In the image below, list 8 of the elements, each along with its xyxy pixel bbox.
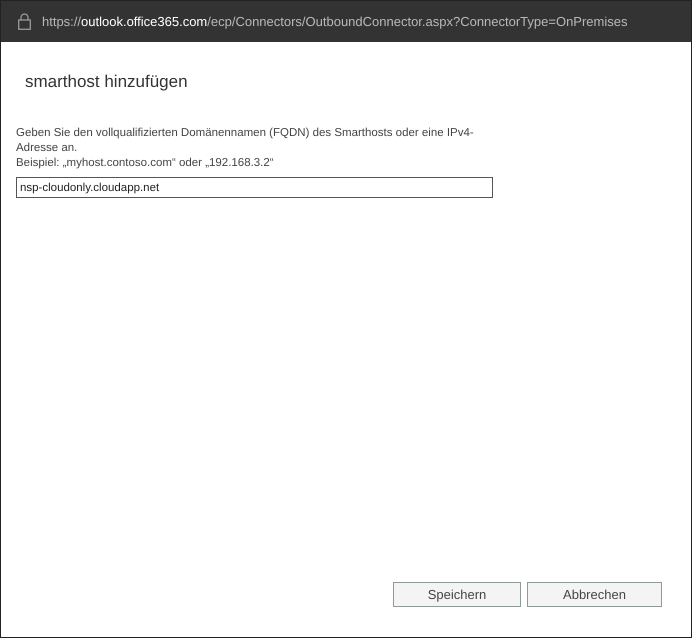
save-button[interactable]: Speichern — [393, 582, 521, 607]
smarthost-field[interactable]: nsp-cloudonly.cloudapp.net — [16, 177, 493, 198]
cancel-button[interactable]: Abbrechen — [527, 582, 662, 607]
example-text: Beispiel: „myhost.contoso.com“ oder „192.168.3.2“ — [16, 156, 274, 171]
instruction-text: Geben Sie den vollqualifizierten Domänennamen (FQDN) des Smarthosts oder eine IPv4- Adresse an. — [16, 126, 474, 156]
dialog-title: smarthost hinzufügen — [25, 72, 188, 92]
lock-icon — [18, 13, 31, 30]
address-url[interactable]: https://outlook.office365.com/ecp/Connectors/OutboundConnector.aspx?ConnectorType=OnPremises — [42, 14, 628, 29]
